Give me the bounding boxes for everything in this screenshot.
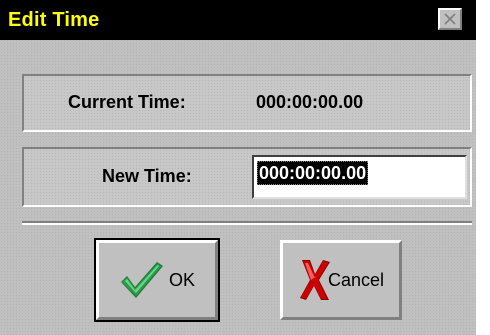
divider — [22, 221, 472, 225]
edit-time-dialog: Edit Time Current Time: 000:00:00.00 New… — [0, 0, 490, 335]
new-time-input-value: 000:00:00.00 — [257, 161, 369, 185]
cancel-button-label: Cancel — [327, 269, 385, 290]
title-bar[interactable]: Edit Time — [0, 0, 476, 40]
new-time-label: New Time: — [102, 166, 192, 186]
ok-button-label: OK — [168, 269, 195, 290]
x-mark-icon — [299, 260, 330, 300]
window-edge — [476, 0, 490, 335]
current-time-value: 000:00:00.00 — [256, 92, 364, 112]
ok-button[interactable]: OK — [94, 238, 220, 322]
close-icon — [444, 13, 456, 25]
window-title: Edit Time — [8, 8, 100, 31]
checkmark-icon — [120, 262, 163, 298]
current-time-label: Current Time: — [68, 92, 186, 112]
new-time-panel: New Time: 000:00:00.00 — [22, 147, 472, 207]
new-time-input[interactable]: 000:00:00.00 — [252, 155, 467, 199]
cancel-button[interactable]: Cancel — [280, 240, 402, 320]
current-time-panel: Current Time: 000:00:00.00 — [22, 74, 472, 132]
close-button[interactable] — [438, 8, 462, 30]
